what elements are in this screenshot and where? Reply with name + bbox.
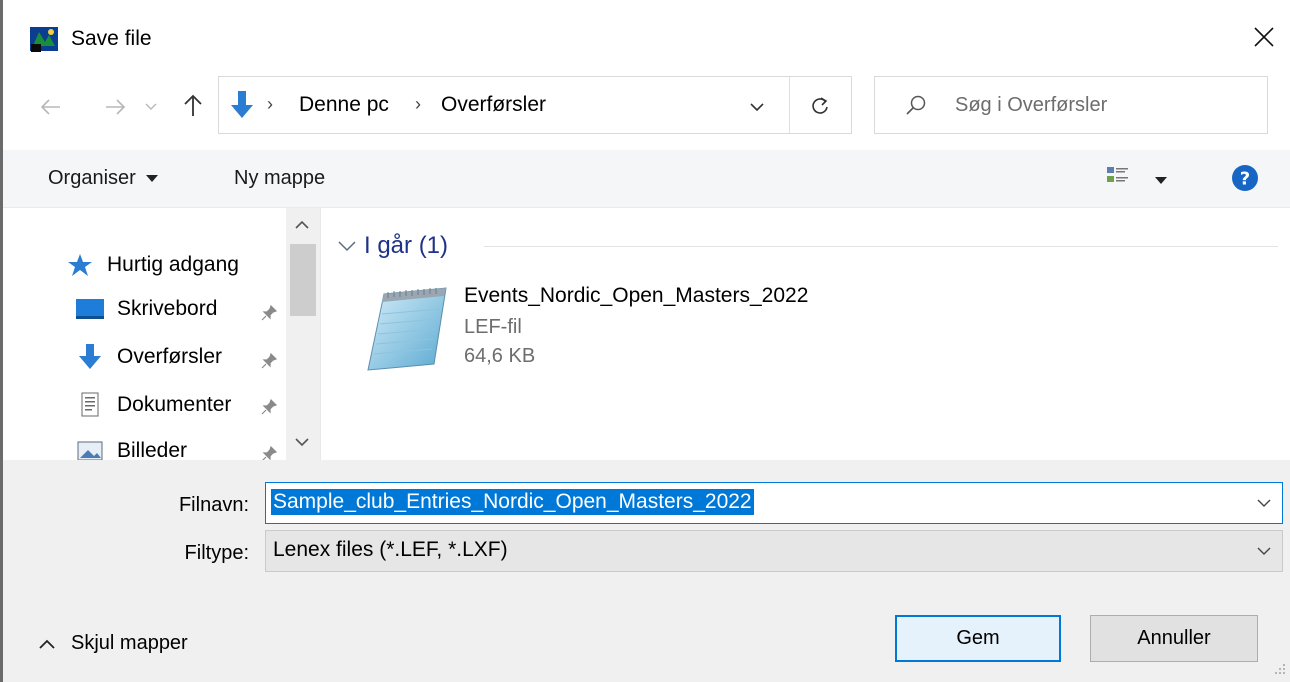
sidebar-item-pictures[interactable]: Billeder — [75, 434, 187, 460]
sidebar-item-label: Dokumenter — [117, 393, 232, 416]
pictures-icon — [75, 438, 105, 460]
star-icon — [65, 252, 95, 278]
group-divider — [484, 246, 1278, 247]
app-icon — [29, 24, 59, 54]
help-icon: ? — [1232, 165, 1258, 191]
file-type: LEF-fil — [464, 316, 522, 338]
chevron-down-icon[interactable] — [1256, 495, 1272, 511]
download-icon — [75, 344, 105, 370]
scroll-down-icon[interactable] — [295, 438, 309, 447]
view-options-button[interactable] — [1105, 164, 1135, 192]
filetype-value: Lenex files (*.LEF, *.LXF) — [273, 538, 508, 561]
chevron-down-icon — [145, 103, 157, 110]
navigation-pane: Hurtig adgang Skrivebord Overførsler Dok… — [3, 208, 321, 460]
pin-icon — [261, 305, 277, 321]
breadcrumb-this-pc[interactable]: Denne pc — [299, 93, 389, 117]
view-details-icon — [1107, 167, 1128, 182]
arrow-right-icon — [106, 99, 126, 115]
new-folder-button[interactable]: Ny mappe — [234, 167, 325, 190]
sidebar-item-downloads[interactable]: Overførsler — [75, 340, 222, 374]
resize-grip-icon[interactable] — [1271, 660, 1287, 676]
scroll-thumb[interactable] — [290, 244, 316, 316]
chevron-down-icon — [338, 241, 356, 252]
cancel-button[interactable]: Annuller — [1090, 615, 1258, 662]
refresh-icon — [812, 97, 828, 114]
close-icon — [1254, 27, 1274, 47]
organise-label: Organiser — [48, 167, 136, 189]
breadcrumb-downloads[interactable]: Overførsler — [441, 93, 546, 117]
arrow-left-icon — [40, 99, 60, 115]
filename-input[interactable]: Sample_club_Entries_Nordic_Open_Masters_… — [271, 489, 754, 515]
chevron-down-icon — [750, 102, 764, 111]
breadcrumb-separator: › — [415, 94, 421, 114]
search-icon — [906, 95, 926, 115]
sidebar-item-label: Billeder — [117, 439, 188, 460]
sidebar-item-documents[interactable]: Dokumenter — [75, 388, 231, 422]
group-header[interactable]: I går (1) — [338, 232, 448, 260]
organise-menu[interactable]: Organiser — [48, 167, 158, 190]
hide-folders-button[interactable]: Skjul mapper — [39, 632, 188, 655]
sidebar-item-label: Overførsler — [117, 345, 222, 368]
group-label: I går (1) — [364, 232, 449, 259]
forward-button[interactable] — [98, 92, 132, 122]
help-button[interactable]: ? — [1231, 164, 1259, 192]
download-folder-icon — [231, 91, 253, 118]
filename-label: Filnavn: — [178, 494, 249, 516]
pin-icon — [262, 446, 277, 460]
command-bar: Organiser Ny mappe ? — [3, 150, 1290, 208]
sidebar-item-quick-access[interactable]: Hurtig adgang — [65, 248, 239, 282]
filetype-select[interactable]: Lenex files (*.LEF, *.LXF) — [265, 530, 1283, 572]
notepad-file-icon — [362, 280, 452, 374]
divider — [789, 77, 790, 133]
save-panel: Filnavn: Sample_club_Entries_Nordic_Open… — [3, 460, 1290, 682]
sidebar-item-label: Skrivebord — [117, 297, 218, 320]
pin-icon — [261, 399, 277, 415]
chevron-up-icon — [39, 639, 55, 649]
scroll-up-icon[interactable] — [295, 220, 309, 229]
caret-down-icon — [145, 174, 158, 182]
svg-text:?: ? — [1240, 169, 1250, 190]
address-dropdown-button[interactable] — [745, 97, 769, 117]
close-button[interactable] — [1238, 14, 1290, 60]
file-list: I går (1) Events_Nordic_Open_Masters_202… — [322, 208, 1290, 460]
save-button[interactable]: Gem — [895, 615, 1061, 662]
search-box[interactable]: Søg i Overførsler — [874, 76, 1268, 134]
nav-scrollbar[interactable] — [286, 208, 320, 460]
search-input[interactable]: Søg i Overførsler — [955, 94, 1107, 117]
breadcrumb-separator: › — [267, 94, 273, 114]
caret-down-icon — [1155, 177, 1167, 184]
up-button[interactable] — [178, 90, 208, 122]
hide-folders-label: Skjul mapper — [71, 632, 188, 654]
recent-locations-button[interactable] — [140, 96, 162, 118]
title-bar: Save file — [3, 0, 1290, 74]
file-name: Events_Nordic_Open_Masters_2022 — [464, 284, 809, 307]
refresh-button[interactable] — [803, 91, 837, 121]
address-bar[interactable]: › Denne pc › Overførsler — [218, 76, 852, 134]
sidebar-item-desktop[interactable]: Skrivebord — [75, 292, 217, 326]
arrow-up-icon — [184, 94, 202, 116]
chevron-down-icon[interactable] — [1256, 543, 1272, 559]
back-button[interactable] — [34, 92, 68, 122]
document-icon — [75, 392, 105, 418]
filename-combobox[interactable]: Sample_club_Entries_Nordic_Open_Masters_… — [265, 482, 1283, 524]
sidebar-item-label: Hurtig adgang — [107, 253, 239, 276]
desktop-icon — [75, 296, 105, 322]
pin-icon — [261, 353, 277, 369]
file-size: 64,6 KB — [464, 345, 536, 367]
view-dropdown-button[interactable] — [1155, 172, 1175, 186]
filetype-label: Filtype: — [184, 542, 249, 564]
window-title: Save file — [71, 27, 152, 50]
